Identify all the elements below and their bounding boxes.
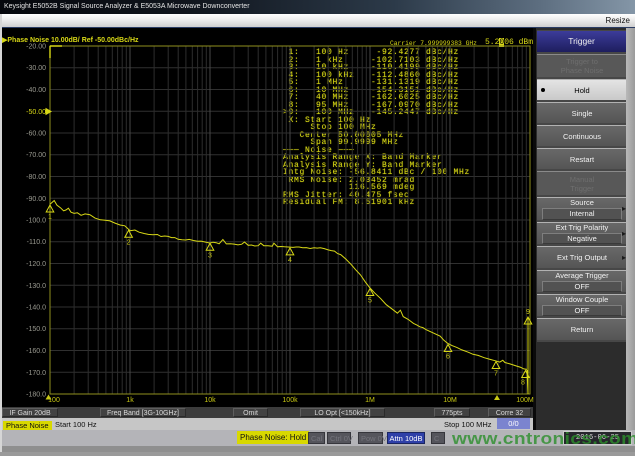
svg-text:-100.0: -100.0: [26, 218, 46, 225]
svg-text:-120.0: -120.0: [26, 261, 46, 268]
svg-text:-150.0: -150.0: [26, 326, 46, 333]
svg-text:7: 7: [494, 371, 498, 378]
svg-text:1M: 1M: [365, 397, 375, 404]
svg-text:100M: 100M: [516, 397, 534, 404]
svg-text:-70.00: -70.00: [26, 152, 46, 159]
svg-text:1k: 1k: [126, 397, 134, 404]
svg-text:-20.00: -20.00: [26, 44, 46, 51]
svg-text:9: 9: [526, 309, 530, 316]
svg-text:8: 8: [521, 380, 525, 387]
svg-text:6: 6: [446, 354, 450, 361]
svg-text:1: 1: [48, 214, 52, 221]
svg-text:10k: 10k: [204, 397, 216, 404]
svg-text:2: 2: [127, 239, 131, 246]
svg-text:-110.0: -110.0: [27, 239, 46, 246]
svg-text:-50.00: -50.00: [26, 109, 46, 116]
svg-text:-170.0: -170.0: [26, 370, 46, 377]
svg-text:100k: 100k: [282, 397, 298, 404]
svg-text:3: 3: [208, 252, 212, 259]
svg-text:-30.00: -30.00: [26, 65, 46, 72]
svg-text:-90.00: -90.00: [26, 196, 46, 203]
svg-text:-130.0: -130.0: [26, 283, 46, 290]
svg-text:-80.00: -80.00: [26, 174, 46, 181]
svg-text:5: 5: [368, 298, 372, 305]
svg-text:-160.0: -160.0: [26, 348, 46, 355]
svg-text:-60.00: -60.00: [26, 131, 46, 138]
svg-text:4: 4: [288, 257, 292, 264]
svg-text:-40.00: -40.00: [26, 87, 46, 94]
svg-text:-180.0: -180.0: [26, 392, 46, 399]
svg-text:10M: 10M: [443, 397, 457, 404]
svg-text:-140.0: -140.0: [26, 305, 46, 312]
